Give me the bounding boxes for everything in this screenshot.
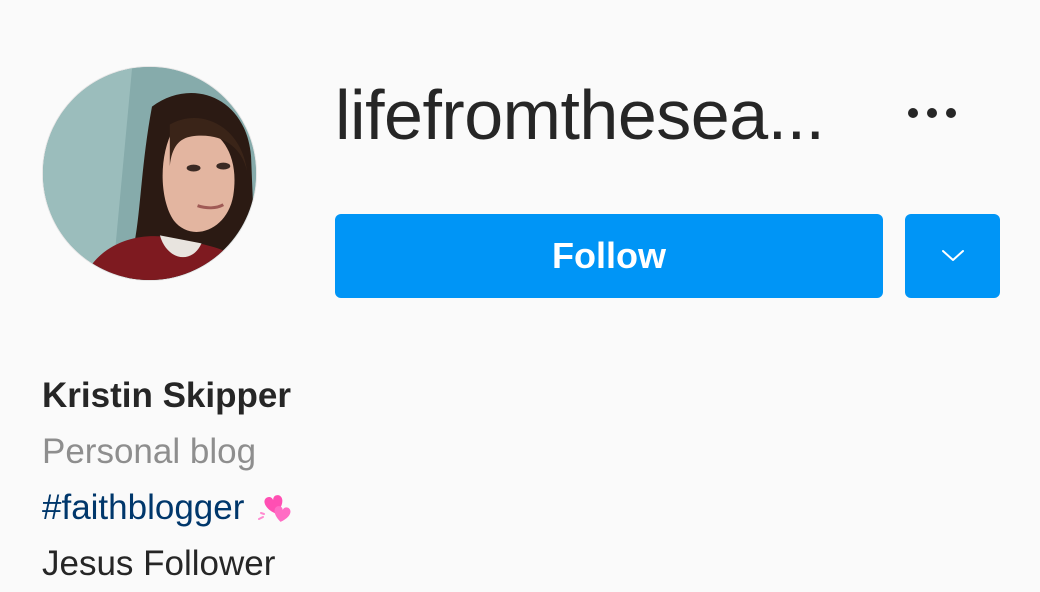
full-name: Kristin Skipper [42,376,291,415]
account-category: Personal blog [42,432,257,471]
profile-photo [43,67,256,280]
more-options-button[interactable] [896,90,968,136]
more-horizontal-icon [908,108,918,118]
bio-hashtag-line: #faithblogger [42,480,298,536]
chevron-down-icon [941,250,964,261]
hashtag-link[interactable]: #faithblogger [42,480,244,536]
avatar[interactable] [42,66,257,281]
bio-section: Kristin Skipper Personal blog #faithblog… [42,368,298,592]
bio-text: Jesus Follower [42,544,276,583]
suggested-accounts-dropdown-button[interactable] [905,214,1000,298]
username: lifefromthesea... [335,76,825,154]
more-dot [927,108,937,118]
two-hearts-icon [256,487,298,529]
more-dot [946,108,956,118]
follow-button[interactable]: Follow [335,214,883,298]
